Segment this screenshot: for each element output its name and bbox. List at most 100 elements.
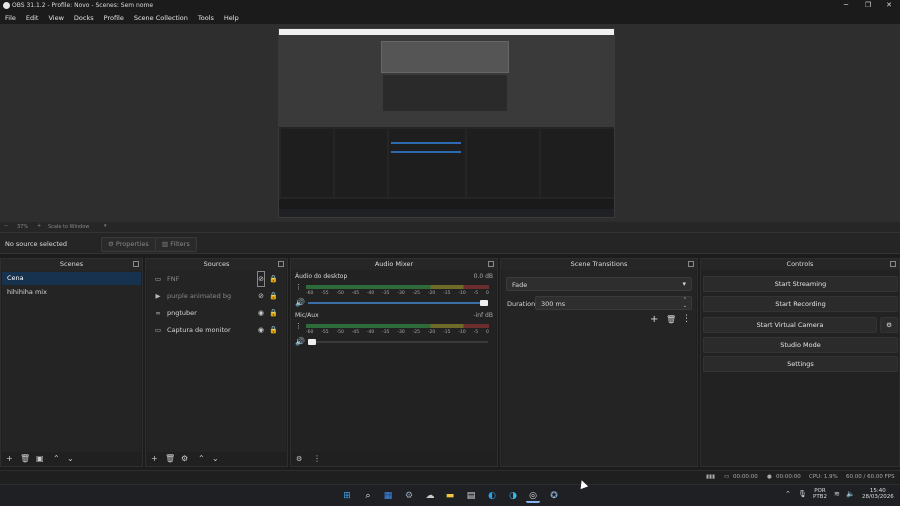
volume-meter	[306, 324, 489, 328]
start-recording-button[interactable]: Start Recording	[703, 296, 898, 312]
lock-icon[interactable]: 🔒	[269, 272, 278, 286]
duration-input[interactable]: 300 ms ⌃ ⌄	[535, 296, 692, 310]
wifi-icon[interactable]: ≋	[834, 490, 840, 498]
settings-button[interactable]: Settings	[703, 356, 898, 372]
channel-name: Áudio do desktop	[295, 273, 348, 280]
preview-canvas[interactable]	[278, 28, 615, 218]
hidden-eye-icon[interactable]: ⊘	[258, 289, 264, 303]
status-bar: ▮▮▮ ▭ 00:00:00 ● 00:00:00 CPU: 1.9% 60.0…	[0, 470, 900, 484]
zoom-dropdown-icon[interactable]: ▾	[104, 223, 107, 229]
move-down-icon[interactable]: ⌄	[212, 454, 219, 464]
virtual-camera-settings-button[interactable]: ⚙	[880, 317, 898, 333]
source-item[interactable]: ▶ purple animated bg ⊘ 🔒	[151, 289, 282, 303]
search-icon[interactable]: ⌕	[361, 489, 375, 503]
hidden-eye-icon[interactable]: ⊘	[257, 271, 265, 287]
move-up-icon[interactable]: ⌃	[198, 454, 205, 464]
speaker-icon[interactable]: 🔊	[295, 298, 305, 307]
transition-select[interactable]: Fade ▾	[506, 277, 692, 291]
kebab-menu-icon[interactable]: ⋮	[295, 322, 302, 330]
obs-app-icon[interactable]: ◎	[526, 489, 540, 503]
settings-app-icon[interactable]: ⚙	[402, 489, 416, 503]
meter-scale: -60 -55 -50 -45 -40 -35 -30 -25 -20 -15 -10 -5 0	[306, 330, 489, 335]
file-explorer-icon[interactable]: ▬	[443, 489, 457, 503]
clock[interactable]: 15:40 28/03/2026	[862, 488, 894, 500]
nested-preview-canvas	[381, 41, 509, 73]
trash-icon[interactable]: 🗑	[165, 454, 175, 464]
menu-file[interactable]: File	[0, 11, 21, 24]
microphone-icon[interactable]: 🎙	[798, 490, 807, 498]
eye-icon[interactable]: ◉	[258, 306, 264, 320]
gear-icon[interactable]: ⚙	[181, 454, 188, 464]
chevron-down-icon: ▾	[682, 280, 686, 288]
add-icon[interactable]: +	[650, 314, 658, 325]
close-button[interactable]: ✕	[879, 1, 899, 10]
trash-icon[interactable]: 🗑	[666, 315, 676, 324]
start-streaming-button[interactable]: Start Streaming	[703, 276, 898, 292]
start-virtual-camera-button[interactable]: Start Virtual Camera	[703, 317, 877, 333]
menu-scene-collection[interactable]: Scene Collection	[129, 11, 193, 24]
kebab-menu-icon[interactable]: ⋮	[295, 283, 302, 291]
nested-meter	[391, 151, 461, 153]
language-indicator[interactable]: POR PTB2	[813, 488, 827, 500]
slider-knob[interactable]	[480, 300, 488, 306]
taskbar: ⊞ ⌕ ▦ ⚙ ☁ ▬ ▤ ◐ ◑ ◎ ✪ ⌃ 🎙 POR PTB2 ≋ 🔈 15…	[0, 484, 900, 506]
kebab-menu-icon[interactable]: ⋮	[682, 314, 691, 324]
edge-icon[interactable]: ◐	[485, 489, 499, 503]
maximize-button[interactable]: ❐	[858, 1, 878, 10]
undock-icon[interactable]	[688, 261, 694, 267]
volume-slider[interactable]	[308, 300, 488, 306]
menu-docks[interactable]: Docks	[69, 11, 99, 24]
menu-tools[interactable]: Tools	[193, 11, 219, 24]
app-icon[interactable]: ✪	[547, 489, 561, 503]
audio-mixer-title: Audio Mixer	[291, 259, 497, 270]
slider-knob[interactable]	[308, 339, 316, 345]
zoom-in-button[interactable]: +	[37, 223, 41, 229]
cloud-app-icon[interactable]: ☁	[423, 489, 437, 503]
task-view-icon[interactable]: ▦	[381, 489, 395, 503]
lock-icon[interactable]: 🔒	[269, 289, 278, 303]
title-bar: OBS 31.1.2 - Profile: Novo - Scenes: Sem…	[0, 0, 900, 11]
source-item[interactable]: ∞ pngtuber ◉ 🔒	[151, 306, 282, 320]
move-down-icon[interactable]: ⌄	[67, 454, 74, 464]
lock-icon[interactable]: 🔒	[269, 323, 278, 337]
scene-item[interactable]: Cena	[2, 272, 141, 285]
scene-item[interactable]: hihihiha mix	[2, 286, 141, 299]
spin-arrows-icon[interactable]: ⌃ ⌄	[683, 297, 687, 309]
menu-profile[interactable]: Profile	[99, 11, 129, 24]
browser-icon[interactable]: ◑	[506, 489, 520, 503]
windows-start-icon[interactable]: ⊞	[340, 489, 354, 503]
source-item[interactable]: ▭ Captura de monitor ◉ 🔒	[151, 323, 282, 337]
lock-icon[interactable]: 🔒	[269, 306, 278, 320]
menu-edit[interactable]: Edit	[21, 11, 44, 24]
minimize-button[interactable]: ─	[836, 1, 856, 10]
store-icon[interactable]: ▤	[464, 489, 478, 503]
add-icon[interactable]: +	[6, 454, 13, 464]
zoom-mode[interactable]: Scale to Window	[48, 224, 89, 230]
trash-icon[interactable]: 🗑	[20, 454, 30, 464]
move-up-icon[interactable]: ⌃	[53, 454, 60, 464]
zoom-out-button[interactable]: −	[4, 223, 8, 229]
menu-view[interactable]: View	[43, 11, 68, 24]
tray-expand-icon[interactable]: ⌃	[785, 490, 791, 498]
undock-icon[interactable]	[488, 261, 494, 267]
speaker-icon[interactable]: 🔊	[295, 337, 305, 346]
filters-button[interactable]: ▥ Filters	[155, 237, 197, 252]
eye-icon[interactable]: ◉	[258, 323, 264, 337]
volume-slider[interactable]	[308, 339, 488, 345]
add-icon[interactable]: +	[151, 454, 158, 464]
source-item[interactable]: ▭ FNF ⊘ 🔒	[151, 271, 282, 287]
window-icon: ▭	[154, 275, 162, 283]
studio-mode-button[interactable]: Studio Mode	[703, 337, 898, 353]
nested-scenes	[281, 129, 333, 197]
advanced-audio-icon[interactable]: ⚙	[296, 454, 302, 464]
menu-help[interactable]: Help	[219, 11, 244, 24]
kebab-menu-icon[interactable]: ⋮	[313, 454, 321, 464]
undock-icon[interactable]	[278, 261, 284, 267]
filter-icon[interactable]: ▣	[36, 454, 44, 464]
volume-icon[interactable]: 🔈	[846, 490, 855, 498]
undock-icon[interactable]	[133, 261, 139, 267]
scenes-title: Scenes	[1, 259, 142, 270]
properties-button[interactable]: ⚙ Properties	[101, 237, 156, 252]
no-source-label: No source selected	[5, 240, 67, 248]
undock-icon[interactable]	[890, 261, 896, 267]
